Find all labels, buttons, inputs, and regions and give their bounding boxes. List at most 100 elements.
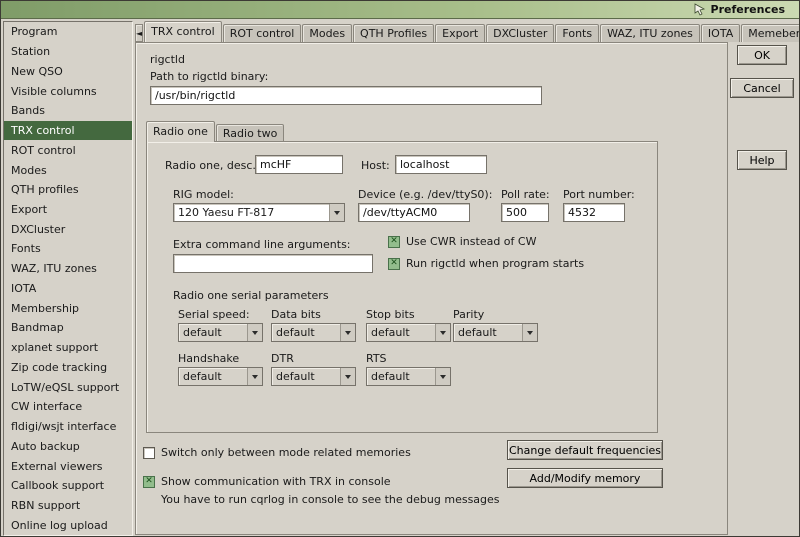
tab-iota[interactable]: IOTA: [701, 24, 740, 42]
parity-value: default: [454, 326, 522, 339]
sidebar-item-external-viewers[interactable]: External viewers: [4, 456, 132, 476]
rts-select[interactable]: default: [366, 367, 451, 386]
checkbox-checked-icon: [143, 476, 155, 488]
sidebar-item-station[interactable]: Station: [4, 42, 132, 62]
tab-modes[interactable]: Modes: [302, 24, 352, 42]
window-icon: [693, 3, 706, 16]
show-trx-console-label: Show communication with TRX in console: [161, 475, 391, 488]
serial-params-label: Radio one serial parameters: [173, 289, 329, 302]
dtr-value: default: [272, 370, 340, 383]
help-button[interactable]: Help: [737, 150, 787, 170]
preferences-sidebar: Program Station New QSO Visible columns …: [3, 21, 133, 536]
stop-bits-select[interactable]: default: [366, 323, 451, 342]
poll-rate-input[interactable]: [501, 203, 549, 222]
sidebar-item-zip-code-tracking[interactable]: Zip code tracking: [4, 357, 132, 377]
sidebar-item-iota[interactable]: IOTA: [4, 279, 132, 299]
sidebar-item-dxcluster[interactable]: DXCluster: [4, 219, 132, 239]
radio-desc-label: Radio one, desc.:: [165, 159, 260, 172]
use-cwr-label: Use CWR instead of CW: [406, 235, 536, 248]
sidebar-item-auto-backup[interactable]: Auto backup: [4, 436, 132, 456]
parity-label: Parity: [453, 308, 484, 321]
parity-select[interactable]: default: [453, 323, 538, 342]
poll-rate-label: Poll rate:: [501, 188, 550, 201]
sidebar-item-waz-itu-zones[interactable]: WAZ, ITU zones: [4, 259, 132, 279]
tab-export[interactable]: Export: [435, 24, 485, 42]
sidebar-item-rot-control[interactable]: ROT control: [4, 140, 132, 160]
run-rigctld-checkbox[interactable]: Run rigctld when program starts: [388, 257, 584, 270]
device-label: Device (e.g. /dev/ttyS0):: [358, 188, 492, 201]
sidebar-item-fldigi-wsjt-interface[interactable]: fldigi/wsjt interface: [4, 417, 132, 437]
data-bits-value: default: [272, 326, 340, 339]
sidebar-item-fonts[interactable]: Fonts: [4, 239, 132, 259]
sidebar-item-modes[interactable]: Modes: [4, 160, 132, 180]
sidebar-item-bandmap[interactable]: Bandmap: [4, 318, 132, 338]
extra-args-label: Extra command line arguments:: [173, 238, 351, 251]
extra-args-input[interactable]: [173, 254, 373, 273]
sidebar-item-rbn-support[interactable]: RBN support: [4, 496, 132, 516]
tab-fonts[interactable]: Fonts: [555, 24, 599, 42]
rigctld-path-label: Path to rigctld binary:: [150, 70, 268, 83]
switch-mode-memories-label: Switch only between mode related memorie…: [161, 446, 411, 459]
radio-notebook: Radio one Radio two Radio one, desc.: Ho…: [146, 121, 658, 433]
add-modify-memory-button[interactable]: Add/Modify memory: [507, 468, 663, 488]
sidebar-item-callbook-support[interactable]: Callbook support: [4, 476, 132, 496]
main-tabstrip: ◄ TRX control ROT control Modes QTH Prof…: [135, 21, 728, 42]
titlebar[interactable]: Preferences: [1, 1, 799, 19]
sidebar-item-online-log-upload[interactable]: Online log upload: [4, 515, 132, 535]
tab-memebership[interactable]: Memebership: [741, 24, 800, 42]
switch-mode-memories-checkbox[interactable]: Switch only between mode related memorie…: [143, 446, 411, 459]
rig-model-label: RIG model:: [173, 188, 234, 201]
sidebar-item-cw-interface[interactable]: CW interface: [4, 397, 132, 417]
debug-note: You have to run cqrlog in console to see…: [161, 493, 500, 506]
tab-trx-control[interactable]: TRX control: [144, 21, 222, 42]
show-trx-console-checkbox[interactable]: Show communication with TRX in console: [143, 475, 391, 488]
run-rigctld-label: Run rigctld when program starts: [406, 257, 584, 270]
radio-one-panel: Radio one, desc.: Host: RIG model: Devic…: [146, 141, 658, 433]
serial-speed-select[interactable]: default: [178, 323, 263, 342]
data-bits-select[interactable]: default: [271, 323, 356, 342]
tab-radio-two[interactable]: Radio two: [216, 124, 284, 142]
sidebar-item-new-qso[interactable]: New QSO: [4, 61, 132, 81]
sidebar-item-bands[interactable]: Bands: [4, 101, 132, 121]
sidebar-item-trx-control[interactable]: TRX control: [4, 121, 132, 141]
chevron-down-icon: [329, 204, 344, 221]
sidebar-item-visible-columns[interactable]: Visible columns: [4, 81, 132, 101]
port-number-input[interactable]: [563, 203, 625, 222]
serial-speed-value: default: [179, 326, 247, 339]
rig-model-value: 120 Yaesu FT-817: [174, 206, 329, 219]
checkbox-checked-icon: [388, 258, 400, 270]
chevron-down-icon: [247, 324, 262, 341]
sidebar-item-membership[interactable]: Membership: [4, 298, 132, 318]
radio-desc-input[interactable]: [255, 155, 343, 174]
rts-value: default: [367, 370, 435, 383]
device-input[interactable]: [358, 203, 470, 222]
sidebar-item-xplanet-support[interactable]: xplanet support: [4, 338, 132, 358]
use-cwr-checkbox[interactable]: Use CWR instead of CW: [388, 235, 536, 248]
chevron-down-icon: [340, 324, 355, 341]
tab-waz-itu-zones[interactable]: WAZ, ITU zones: [600, 24, 700, 42]
sidebar-item-program[interactable]: Program: [4, 22, 132, 42]
dtr-select[interactable]: default: [271, 367, 356, 386]
tab-rot-control[interactable]: ROT control: [223, 24, 302, 42]
checkbox-unchecked-icon: [143, 447, 155, 459]
tab-dxcluster[interactable]: DXCluster: [486, 24, 554, 42]
tab-scroll-left-button[interactable]: ◄: [135, 24, 143, 42]
host-input[interactable]: [395, 155, 487, 174]
handshake-select[interactable]: default: [178, 367, 263, 386]
change-default-frequencies-button[interactable]: Change default frequencies: [507, 440, 663, 460]
sidebar-item-qth-profiles[interactable]: QTH profiles: [4, 180, 132, 200]
sidebar-item-lotw-eqsl-support[interactable]: LoTW/eQSL support: [4, 377, 132, 397]
handshake-label: Handshake: [178, 352, 239, 365]
ok-button[interactable]: OK: [737, 45, 787, 65]
tab-qth-profiles[interactable]: QTH Profiles: [353, 24, 434, 42]
rigctld-section-label: rigctld: [150, 53, 185, 66]
cancel-button[interactable]: Cancel: [730, 78, 794, 98]
handshake-value: default: [179, 370, 247, 383]
host-label: Host:: [361, 159, 390, 172]
rigctld-path-input[interactable]: [150, 86, 542, 105]
sidebar-item-export[interactable]: Export: [4, 200, 132, 220]
preferences-window: Preferences Program Station New QSO Visi…: [0, 0, 800, 537]
radio-tabstrip: Radio one Radio two: [146, 121, 658, 142]
rig-model-select[interactable]: 120 Yaesu FT-817: [173, 203, 345, 222]
tab-radio-one[interactable]: Radio one: [146, 121, 215, 142]
